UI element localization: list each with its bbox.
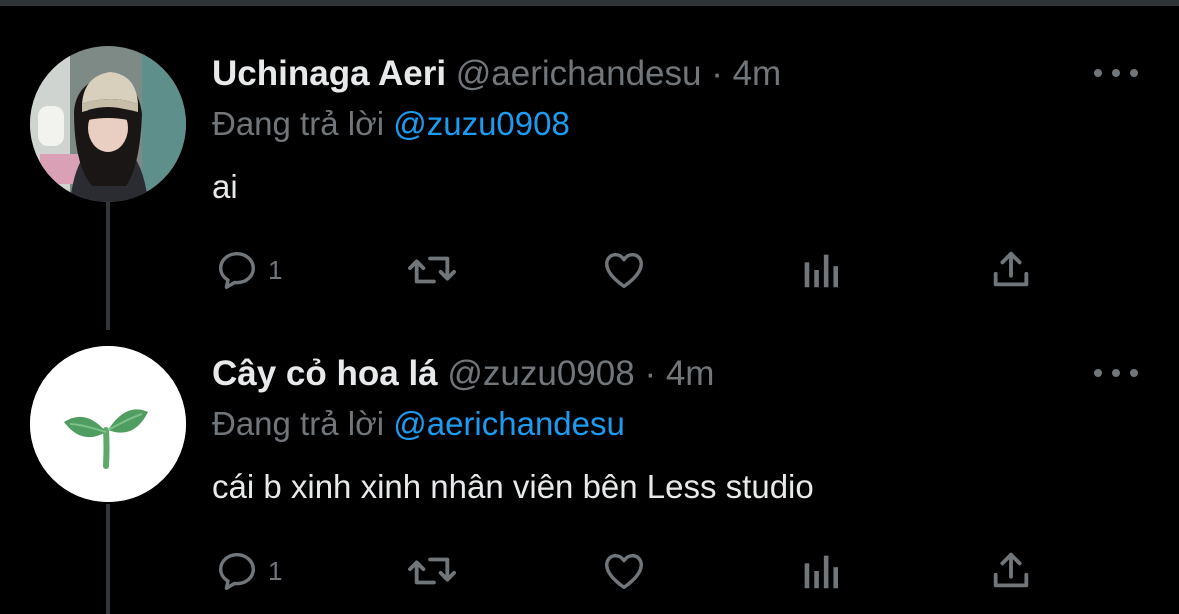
tweet-text: ai [212,168,238,205]
thread-line [106,504,110,614]
dot-icon [1094,369,1102,377]
analytics-icon [804,254,839,288]
handle[interactable]: @aerichandesu [456,54,702,93]
like-button[interactable] [600,546,648,596]
avatar[interactable] [30,46,186,202]
reply-button[interactable]: 1 [214,245,282,295]
dot-icon [1112,369,1120,377]
avatar-photo [30,46,186,202]
reply-prefix: Đang trả lời [212,405,385,442]
analytics-button[interactable] [798,546,842,596]
separator: · [711,54,723,93]
more-options-button[interactable] [1094,63,1138,83]
separator: · [644,354,657,393]
display-name[interactable]: Cây cỏ hoa lá [212,354,438,393]
dot-icon [1130,369,1138,377]
replying-to: Đang trả lời @zuzu0908 [212,102,570,146]
tweet-header: Cây cỏ hoa lá @zuzu0908 · 4m [212,350,714,398]
dot-icon [1112,69,1120,77]
reply-count: 1 [268,556,283,586]
dot-icon [1130,69,1138,77]
dot-icon [1094,69,1102,77]
retweet-button[interactable] [404,546,460,596]
analytics-icon [804,555,839,589]
tweet[interactable]: Cây cỏ hoa lá @zuzu0908 · 4m Đang trả lờ… [0,330,1179,614]
like-icon [605,553,643,590]
tweet-header: Uchinaga Aeri @aerichandesu · 4m [212,50,781,98]
reply-mention-link[interactable]: @aerichandesu [393,405,625,442]
avatar[interactable] [30,346,186,502]
share-icon [993,552,1029,588]
like-button[interactable] [600,245,648,295]
timestamp[interactable]: 4m [666,354,715,393]
reply-icon [218,552,256,590]
reply-icon [218,251,256,289]
timestamp[interactable]: 4m [733,54,782,93]
reply-prefix: Đang trả lời [212,105,385,142]
display-name[interactable]: Uchinaga Aeri [212,54,446,93]
replying-to: Đang trả lời @aerichandesu [212,402,625,446]
share-icon [993,251,1029,287]
like-icon [605,252,643,289]
tweet[interactable]: Uchinaga Aeri @aerichandesu · 4m Đang tr… [0,0,1179,330]
tweet-text: cái b xinh xinh nhân viên bên Less studi… [212,468,814,505]
share-button[interactable] [988,245,1034,295]
reply-mention-link[interactable]: @zuzu0908 [393,105,570,142]
retweet-icon [408,256,456,284]
handle[interactable]: @zuzu0908 [447,354,634,393]
sprout-icon [30,346,186,502]
retweet-icon [408,557,456,585]
thread-line [106,200,110,330]
analytics-button[interactable] [798,245,842,295]
retweet-button[interactable] [404,245,460,295]
reply-button[interactable]: 1 [214,546,282,596]
share-button[interactable] [988,546,1034,596]
more-options-button[interactable] [1094,363,1138,383]
reply-count: 1 [268,255,283,285]
